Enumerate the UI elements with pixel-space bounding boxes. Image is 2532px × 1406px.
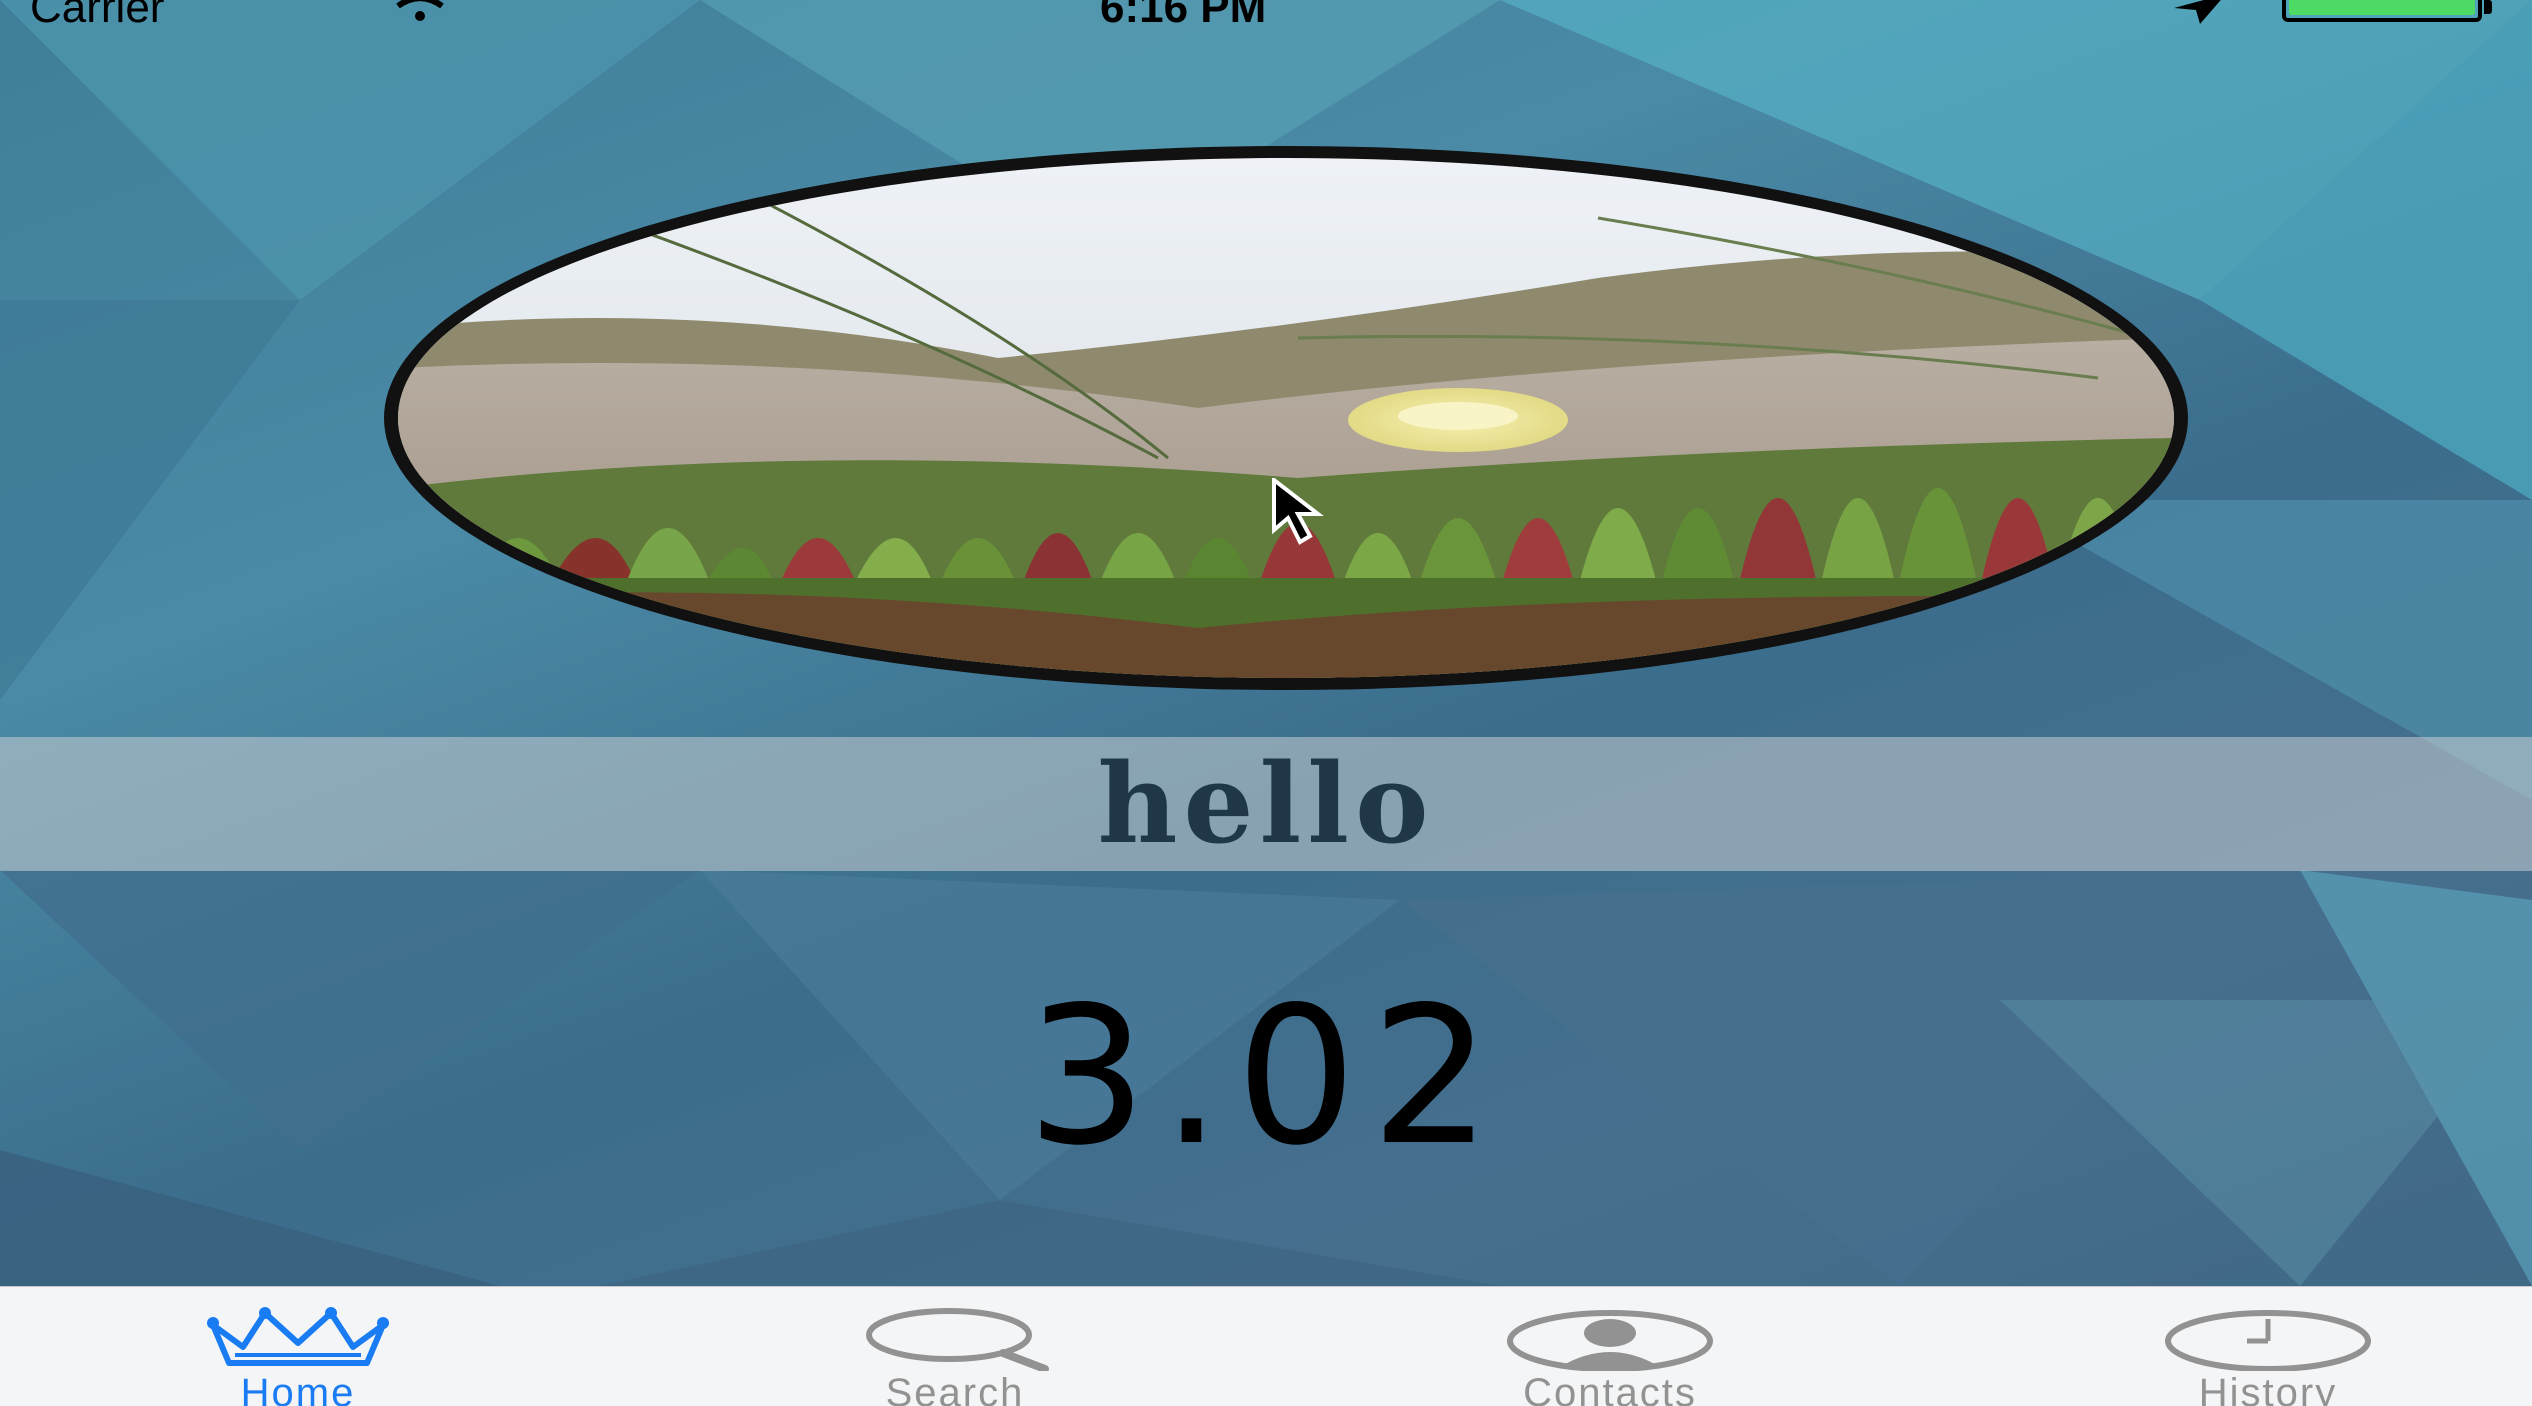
contact-icon [1410, 1307, 1810, 1373]
clock-icon [2068, 1307, 2468, 1373]
status-time: 6:16 PM [1100, 0, 1267, 32]
mouse-pointer-icon [1272, 478, 1324, 545]
greeting-label: hello [1097, 739, 1435, 868]
carrier-label: Carrier [30, 0, 165, 32]
tab-history[interactable]: History [2068, 1287, 2468, 1406]
location-arrow-icon [2174, 0, 2221, 24]
tab-contacts[interactable]: Contacts [1410, 1287, 1810, 1406]
wifi-icon [396, 0, 444, 21]
flower-photo-image [398, 158, 2174, 678]
battery-icon [2282, 0, 2482, 22]
tab-history-label: History [2198, 1371, 2338, 1406]
tab-home-label: Home [240, 1371, 356, 1406]
tab-search[interactable]: Search [755, 1287, 1155, 1406]
crown-icon [98, 1307, 498, 1373]
app-screen: Carrier 6:16 PM hello 3.02 Home Search C… [0, 0, 2532, 1406]
tab-search-label: Search [885, 1371, 1025, 1406]
tab-home[interactable]: Home [98, 1287, 498, 1406]
battery-tip [2484, 0, 2492, 14]
tab-bar: Home Search Contacts History [0, 1286, 2532, 1406]
flower-photo [398, 158, 2174, 678]
status-bar: Carrier 6:16 PM [0, 0, 2532, 30]
search-icon [755, 1307, 1155, 1373]
tab-contacts-label: Contacts [1523, 1371, 1697, 1406]
battery-level [2289, 0, 2475, 15]
value-display: 3.02 [1026, 966, 1506, 1187]
